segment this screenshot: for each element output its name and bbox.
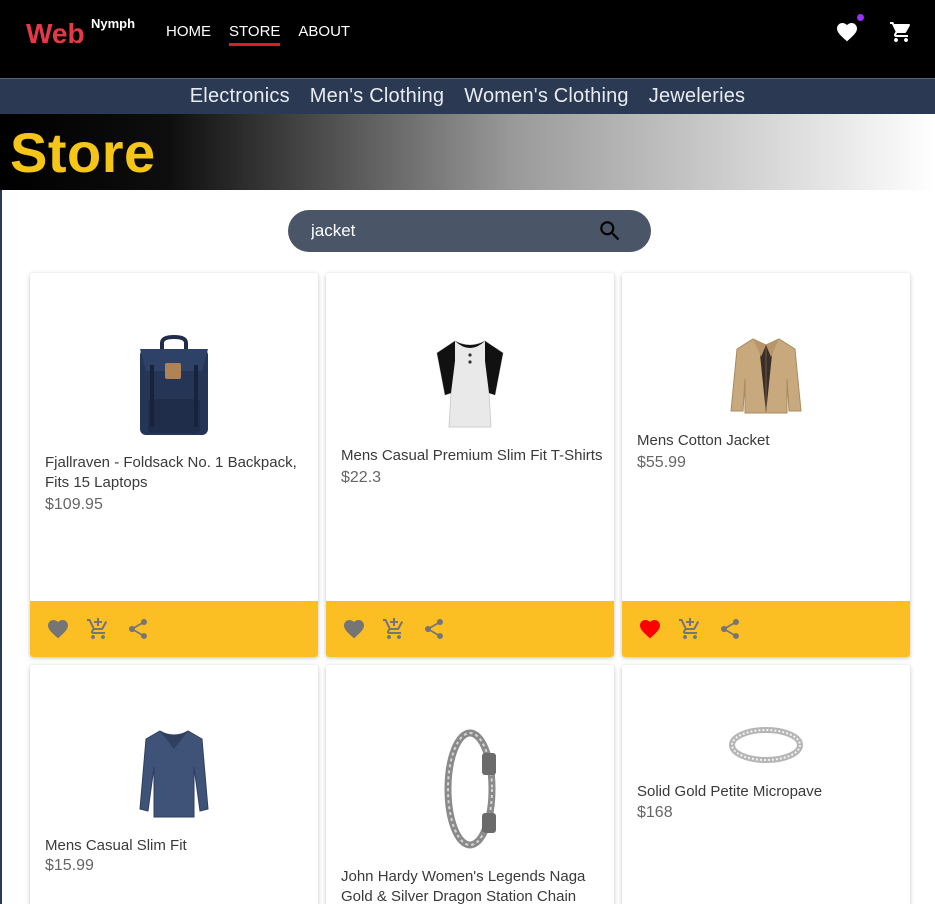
product-card[interactable]: Mens Casual Slim Fit $15.99 (30, 665, 318, 904)
card-actions (30, 601, 318, 657)
category-electronics[interactable]: Electronics (190, 85, 290, 108)
search-icon (600, 221, 620, 241)
nav-store-link[interactable]: STORE (229, 23, 281, 46)
product-price: $109.95 (45, 496, 103, 513)
search-button[interactable] (597, 218, 623, 244)
category-womens-clothing[interactable]: Women's Clothing (464, 85, 629, 108)
product-card[interactable]: John Hardy Women's Legends Naga Gold & S… (326, 665, 614, 904)
product-card[interactable]: Fjallraven - Foldsack No. 1 Backpack, Fi… (30, 273, 318, 657)
product-image[interactable] (326, 727, 614, 851)
product-title[interactable]: Mens Casual Slim Fit (45, 836, 307, 856)
favorite-heart-icon-active[interactable] (638, 617, 662, 641)
add-to-cart-icon[interactable] (382, 617, 406, 641)
main-nav: HOME STORE ABOUT (166, 23, 350, 46)
logo-nymph-text: Nymph (91, 16, 136, 31)
ring-image (729, 727, 803, 763)
nav-about-link[interactable]: ABOUT (298, 23, 350, 44)
jacket-image (730, 338, 802, 414)
notification-dot (857, 14, 864, 21)
product-card[interactable]: Mens Casual Premium Slim Fit T-Shirts $2… (326, 273, 614, 657)
category-jeweleries[interactable]: Jeweleries (649, 85, 745, 108)
tshirt-image (436, 340, 504, 428)
product-title[interactable]: John Hardy Women's Legends Naga Gold & S… (341, 867, 603, 904)
long-sleeve-shirt-image (139, 730, 209, 818)
product-title[interactable]: Solid Gold Petite Micropave (637, 782, 899, 802)
product-price: $55.99 (637, 454, 686, 471)
product-title[interactable]: Mens Cotton Jacket (637, 431, 899, 451)
wishlist-button[interactable] (835, 14, 864, 44)
share-icon[interactable] (422, 617, 446, 641)
share-icon[interactable] (126, 617, 150, 641)
product-image[interactable] (30, 335, 318, 439)
favorite-heart-icon[interactable] (342, 617, 366, 641)
product-card[interactable]: Solid Gold Petite Micropave $168 (622, 665, 910, 904)
store-banner: Store (0, 114, 935, 190)
page-title: Store (10, 121, 156, 184)
add-to-cart-icon[interactable] (678, 617, 702, 641)
product-title[interactable]: Mens Casual Premium Slim Fit T-Shirts (341, 446, 603, 466)
product-image[interactable] (30, 727, 318, 819)
category-mens-clothing[interactable]: Men's Clothing (310, 85, 444, 108)
header-actions (835, 14, 913, 44)
page-edge-divider (0, 190, 2, 904)
search-bar (288, 210, 651, 252)
product-price: $168 (637, 804, 673, 821)
cart-icon (890, 22, 911, 42)
favorite-heart-icon[interactable] (46, 617, 70, 641)
search-input[interactable] (311, 220, 591, 242)
product-card[interactable]: Mens Cotton Jacket $55.99 (622, 273, 910, 657)
top-navbar: Web Nymph HOME STORE ABOUT (0, 0, 935, 78)
cart-button[interactable] (889, 20, 913, 44)
heart-icon (837, 23, 857, 42)
category-bar: Electronics Men's Clothing Women's Cloth… (0, 78, 935, 114)
product-title[interactable]: Fjallraven - Foldsack No. 1 Backpack, Fi… (45, 453, 307, 493)
product-image[interactable] (622, 335, 910, 415)
product-image[interactable] (326, 335, 614, 431)
add-to-cart-icon[interactable] (86, 617, 110, 641)
share-icon[interactable] (718, 617, 742, 641)
product-price: $22.3 (341, 469, 382, 486)
card-actions (326, 601, 614, 657)
backpack-image (140, 335, 208, 435)
card-actions (622, 601, 910, 657)
nav-home-link[interactable]: HOME (166, 23, 211, 44)
product-price: $15.99 (45, 857, 94, 874)
bracelet-image (444, 729, 496, 849)
logo-web-text: Web (26, 18, 85, 49)
product-image[interactable] (622, 725, 910, 765)
